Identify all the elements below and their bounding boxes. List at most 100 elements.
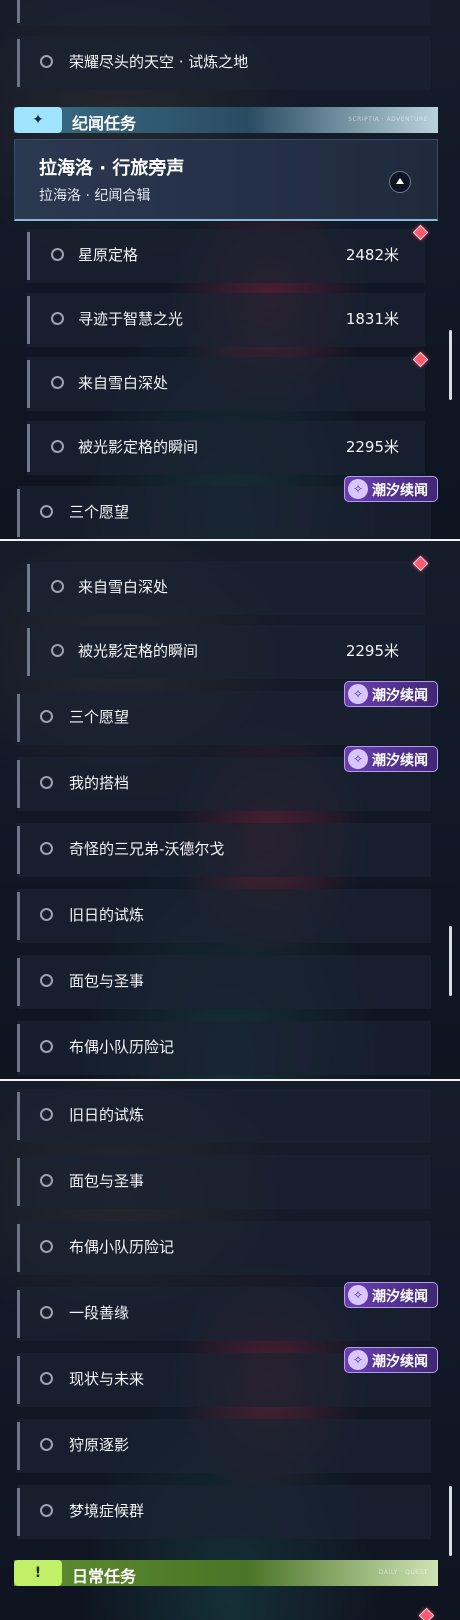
quest-group-subtitle: 拉海洛 · 纪闻合辑 [39,188,151,204]
row-accent-bar [17,1024,20,1072]
quest-status-circle-icon [40,1174,53,1187]
row-accent-bar [17,39,20,87]
quest-panel-1: 荣耀尽头的天空 · 试炼之地 ✦ 纪闻任务 SCRIPTIA · ADVENTU… [0,0,460,539]
tide-icon: ✧ [348,479,368,499]
quest-row[interactable]: 来自雪白深处 [27,357,425,411]
quest-row[interactable]: 旧日的试炼 [17,1089,431,1143]
quest-row[interactable]: 被光影定格的瞬间 2295米 [27,421,425,475]
row-accent-bar [17,760,20,808]
chip-label: 潮汐续闻 [372,1289,428,1305]
quest-label: 现状与未来 [69,1370,145,1388]
quest-label: 被光影定格的瞬间 [78,438,199,456]
quest-status-circle-icon [51,376,64,389]
quest-status-circle-icon [40,1040,53,1053]
tracked-marker-icon [418,1607,435,1620]
row-accent-bar [27,296,30,344]
quest-row[interactable]: 面包与圣事 [17,1155,431,1209]
quest-group-card[interactable]: 拉海洛 · 行旅旁声 拉海洛 · 纪闻合辑 [14,139,438,221]
row-accent-bar [17,694,20,742]
quest-row[interactable]: 星原定格 2482米 [27,229,425,283]
quest-label: 寻迹于智慧之光 [78,310,184,328]
scrollbar-thumb[interactable] [449,330,452,400]
chip-label: 潮汐续闻 [372,688,428,704]
tide-story-badge: ✧ 潮汐续闻 [344,1282,438,1308]
row-accent-bar [17,1488,20,1536]
quest-label: 面包与圣事 [69,972,145,990]
quest-label: 我的搭档 [69,774,130,792]
quest-status-circle-icon [40,710,53,723]
quest-row[interactable]: 被光影定格的瞬间 2295米 [27,625,425,679]
row-accent-bar [17,0,20,23]
quest-panel-3: 旧日的试炼 面包与圣事 布偶小队历险记 ✧ 潮汐续闻 一段善缘 ✧ 潮汐续闻 现… [0,1081,460,1620]
chevron-up-icon [396,178,404,184]
tide-story-badge: ✧ 潮汐续闻 [344,746,438,772]
tide-icon: ✧ [348,1350,368,1370]
quest-status-circle-icon [51,248,64,261]
quest-distance: 2295米 [345,642,399,660]
collapse-button[interactable] [389,171,411,193]
quest-label: 布偶小队历险记 [69,1038,175,1056]
quest-label: 来自雪白深处 [78,374,169,392]
tide-story-badge: ✧ 潮汐续闻 [344,1347,438,1373]
quest-row[interactable]: 旧日的试炼 [17,889,431,943]
chip-label: 潮汐续闻 [372,483,428,499]
quest-distance: 2482米 [345,246,399,264]
quest-label: 奇怪的三兄弟-沃德尔戈 [69,840,225,858]
chip-label: 潮汐续闻 [372,753,428,769]
quest-row[interactable]: 梦境症候群 [17,1485,431,1539]
row-accent-bar [17,826,20,874]
quest-row[interactable]: 荣耀尽头的天空 · 试炼之地 [17,36,431,90]
quest-label: 面包与圣事 [69,1172,145,1190]
quest-status-circle-icon [40,776,53,789]
quest-status-circle-icon [51,312,64,325]
scrollbar-thumb[interactable] [449,1486,452,1556]
section-header-story[interactable]: ✦ 纪闻任务 SCRIPTIA · ADVENTURE [14,107,438,133]
row-accent-bar [27,628,30,676]
quest-row[interactable]: 来自雪白深处 [27,561,425,615]
section-tag: SCRIPTIA · ADVENTURE [348,116,428,123]
quest-status-circle-icon [40,1240,53,1253]
section-header-daily[interactable]: ! 日常任务 DAILY · QUEST [14,1560,438,1586]
panel-divider [0,1079,460,1081]
quest-row[interactable] [27,541,425,542]
quest-label: 布偶小队历险记 [69,1238,175,1256]
chip-label: 潮汐续闻 [372,1354,428,1370]
quest-status-circle-icon [40,1108,53,1121]
quest-panel-2: 来自雪白深处 被光影定格的瞬间 2295米 ✧ 潮汐续闻 三个愿望 ✧ 潮汐续闻… [0,541,460,1079]
quest-status-circle-icon [40,1372,53,1385]
row-accent-bar [27,564,30,612]
quest-status-circle-icon [51,440,64,453]
scrollbar-thumb[interactable] [449,926,452,996]
quest-row[interactable]: 寻迹于智慧之光 1831米 [27,293,425,347]
quest-row[interactable]: 狩原逐影 [17,1419,431,1473]
quest-label: 梦境症候群 [69,1502,145,1520]
quest-status-circle-icon [51,644,64,657]
quest-distance: 1831米 [345,310,399,328]
quest-label: 三个愿望 [69,708,130,726]
quest-label: 一段善缘 [69,1304,130,1322]
quest-row[interactable]: 布偶小队历险记 [17,1221,431,1275]
row-accent-bar [17,1158,20,1206]
quest-row[interactable]: 面包与圣事 [17,955,431,1009]
quest-row[interactable] [17,0,431,26]
row-accent-bar [17,1290,20,1338]
quest-status-circle-icon [40,505,53,518]
quest-status-circle-icon [40,842,53,855]
quest-status-circle-icon [40,1306,53,1319]
quest-row[interactable]: 布偶小队历险记 [17,1021,431,1075]
row-accent-bar [17,958,20,1006]
quest-label: 三个愿望 [69,503,130,521]
quest-label: 被光影定格的瞬间 [78,642,199,660]
row-accent-bar [27,232,30,280]
tide-story-badge: ✧ 潮汐续闻 [344,681,438,707]
quest-label: 荣耀尽头的天空 · 试炼之地 [69,53,249,71]
quest-row[interactable]: 奇怪的三兄弟-沃德尔戈 [17,823,431,877]
tide-icon: ✧ [348,684,368,704]
quest-distance: 2295米 [345,438,399,456]
quest-label: 旧日的试炼 [69,906,145,924]
quest-status-circle-icon [40,908,53,921]
row-accent-bar [17,1422,20,1470]
quest-status-circle-icon [40,55,53,68]
section-title: 日常任务 [72,1567,137,1586]
row-accent-bar [17,892,20,940]
